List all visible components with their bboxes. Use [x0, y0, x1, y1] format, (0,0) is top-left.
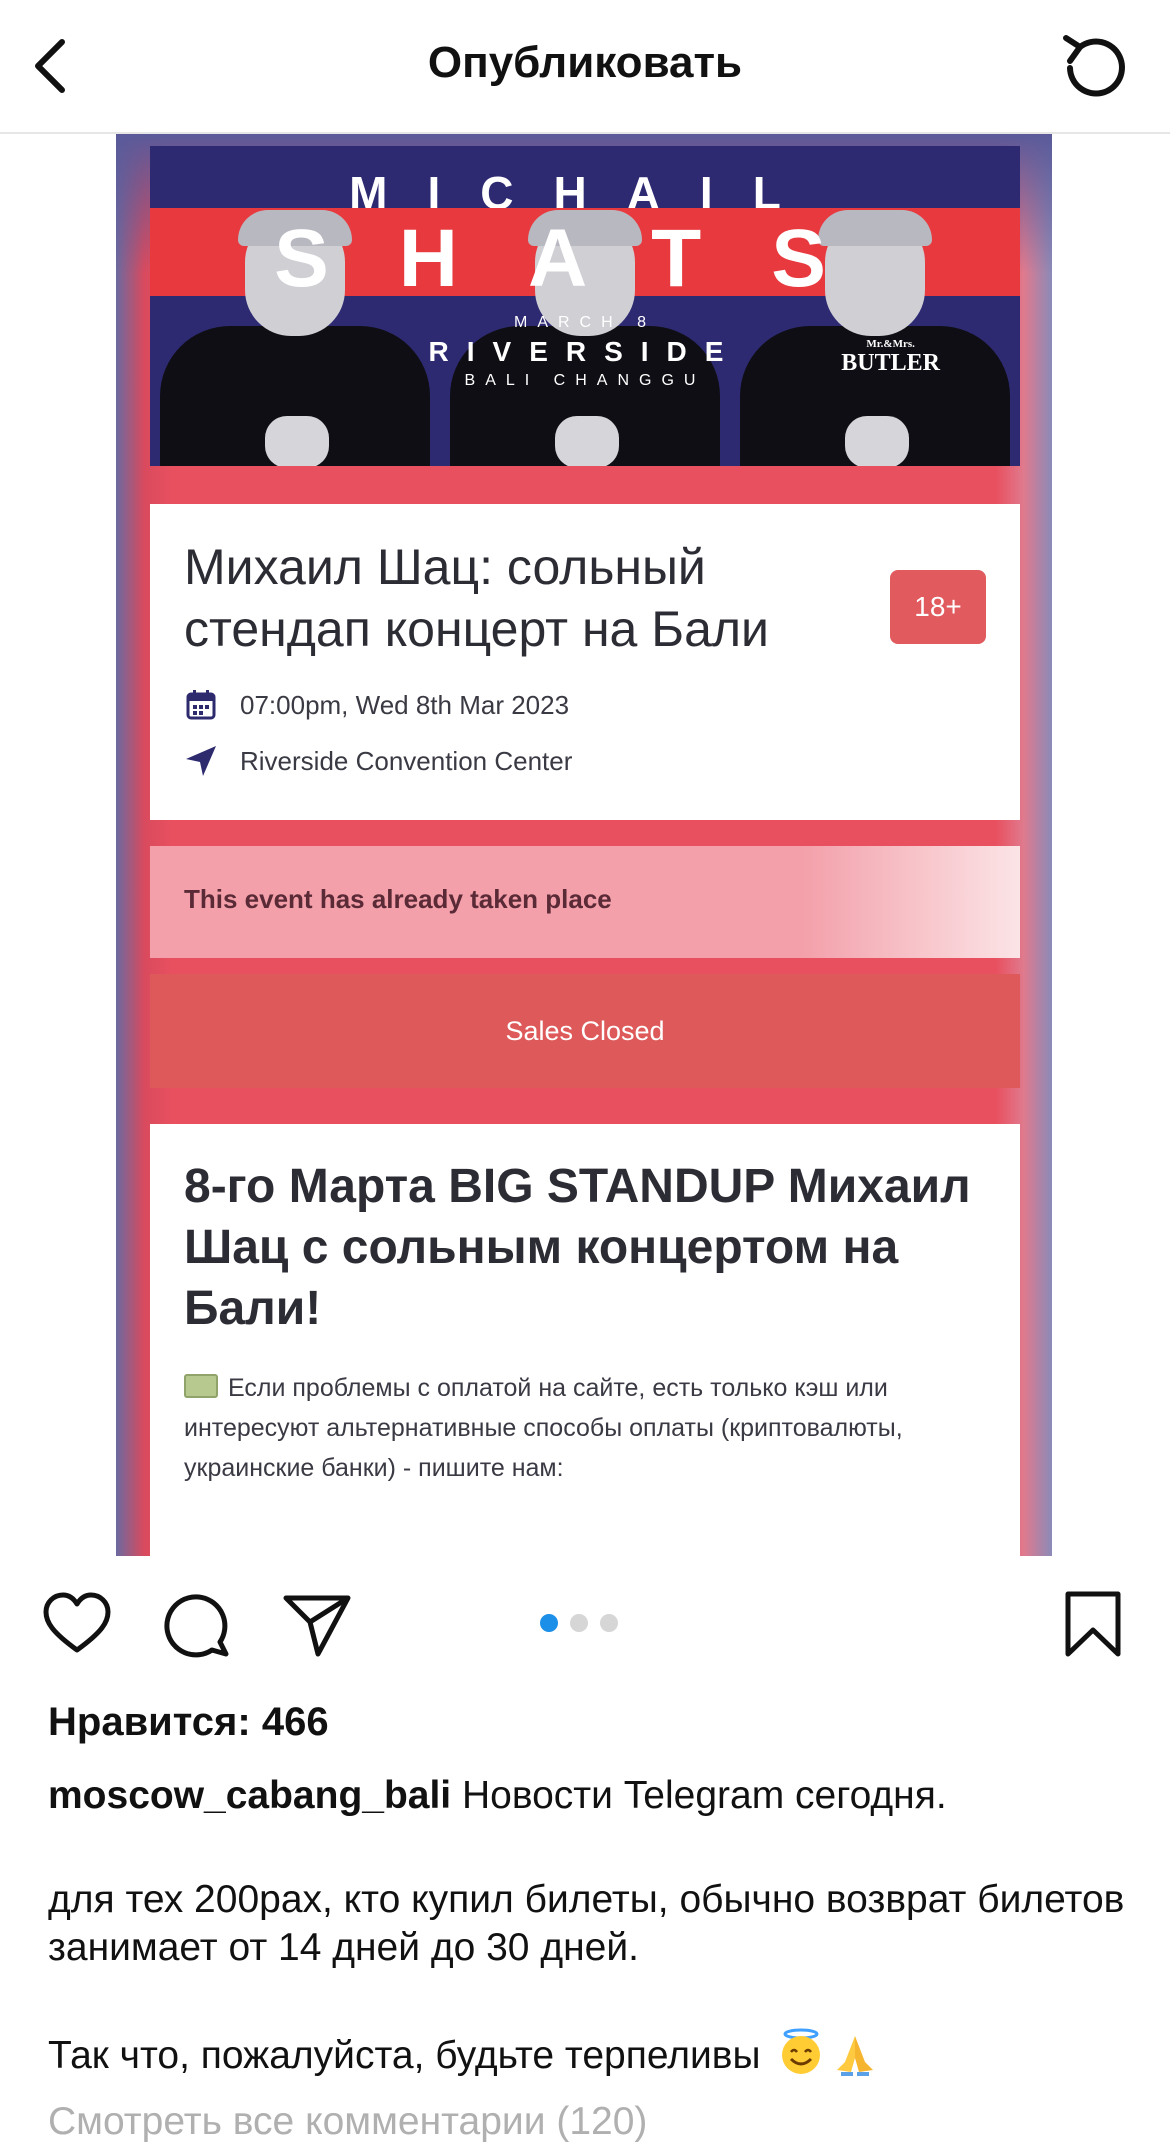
event-venue-row: Riverside Convention Center	[184, 744, 884, 780]
caption-first-line: moscow_cabang_bali Новости Telegram сего…	[48, 1772, 1128, 1820]
comment-icon[interactable]	[162, 1590, 232, 1660]
top-bar: Опубликовать	[0, 0, 1170, 134]
heart-icon[interactable]	[42, 1590, 112, 1660]
post-caption: moscow_cabang_bali Новости Telegram сего…	[48, 1772, 1128, 2080]
paper-plane-icon[interactable]	[282, 1590, 352, 1660]
view-comments-link[interactable]: Смотреть все комментарии (120)	[48, 2100, 647, 2144]
sponsor-logo: Mr.&Mrs. BUTLER	[841, 338, 940, 376]
description-text-block: Если проблемы с оплатой на сайте, есть т…	[184, 1368, 984, 1488]
event-description-card: 8-го Марта BIG STANDUP Михаил Шац с соль…	[150, 1124, 1020, 1556]
carousel-indicator	[540, 1614, 620, 1634]
caption-line-1: Новости Telegram сегодня.	[461, 1774, 947, 1817]
event-card: Михаил Шац: сольный стендап концерт на Б…	[150, 504, 1020, 820]
page-title: Опубликовать	[427, 38, 743, 87]
description-text: Если проблемы с оплатой на сайте, есть т…	[184, 1374, 903, 1482]
event-venue: Riverside Convention Center	[240, 746, 573, 776]
likes-count[interactable]: Нравится: 466	[48, 1700, 329, 1745]
event-title: Михаил Шац: сольный стендап концерт на Б…	[184, 539, 769, 657]
caption-line-2: для тех 200рах, кто купил билеты, обычно…	[48, 1878, 1125, 1969]
post-action-bar	[0, 1590, 1170, 1670]
bookmark-icon[interactable]	[1058, 1590, 1128, 1660]
event-banner: MICHAIL SHATS MARCH 8 RIVERSIDE BALI CHA…	[150, 146, 1020, 466]
carousel-dot	[600, 1614, 618, 1632]
event-screenshot: MICHAIL SHATS MARCH 8 RIVERSIDE BALI CHA…	[116, 134, 1052, 1556]
carousel-dot-active	[540, 1614, 558, 1632]
description-heading: 8-го Марта BIG STANDUP Михаил Шац с соль…	[184, 1160, 971, 1335]
carousel-dot	[570, 1614, 588, 1632]
money-emoji-icon	[184, 1374, 218, 1398]
banner-date: MARCH 8	[513, 314, 656, 331]
navigation-arrow-icon	[186, 746, 216, 776]
caption-line-3: Так что, пожалуйста, будьте терпеливы	[48, 2034, 761, 2077]
calendar-icon	[186, 690, 216, 720]
folded-hands-emoji	[837, 2036, 874, 2076]
sales-closed-button: Sales Closed	[150, 974, 1020, 1088]
event-datetime: 07:00pm, Wed 8th Mar 2023	[240, 690, 570, 720]
post-media[interactable]: MICHAIL SHATS MARCH 8 RIVERSIDE BALI CHA…	[0, 134, 1170, 1556]
smiling-face-with-halo-emoji	[782, 2028, 821, 2074]
rotate-ccw-icon[interactable]	[1054, 28, 1134, 108]
event-datetime-row: 07:00pm, Wed 8th Mar 2023	[184, 688, 884, 724]
caption-username[interactable]: moscow_cabang_bali	[48, 1774, 451, 1817]
event-past-notice: This event has already taken place	[150, 846, 1020, 958]
age-badge: 18+	[890, 570, 986, 644]
banner-last-name: SHATS	[274, 213, 896, 304]
caption-last-paragraph: Так что, пожалуйста, будьте терпеливы	[48, 2028, 1128, 2080]
